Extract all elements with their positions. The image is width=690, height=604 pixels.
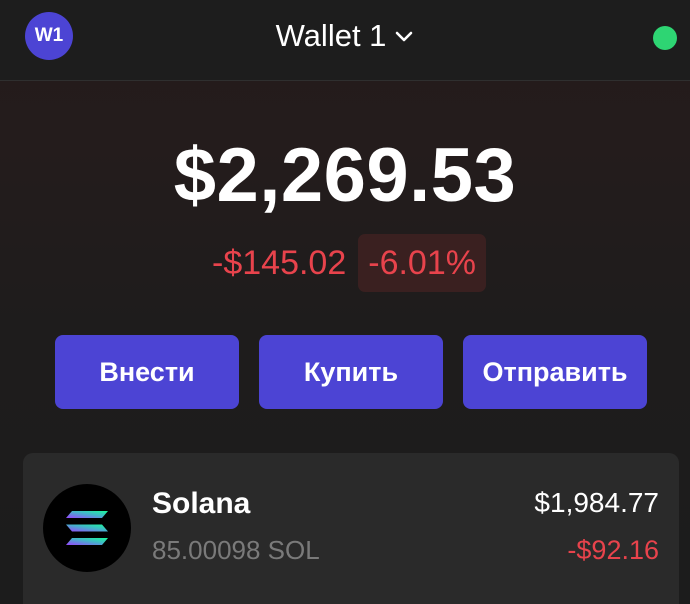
balance-change-row: -$145.02 -6.01% <box>0 234 690 292</box>
token-name: Solana <box>152 487 251 520</box>
action-buttons: Внести Купить Отправить <box>55 335 647 409</box>
deposit-button[interactable]: Внести <box>55 335 239 409</box>
token-change: -$92.16 <box>567 535 659 565</box>
wallet-app: W1 Wallet 1 $2,269.53 -$145.02 -6.01% Вн… <box>0 0 690 604</box>
wallet-selector[interactable]: Wallet 1 <box>260 14 430 58</box>
token-value: $1,984.77 <box>534 487 659 518</box>
token-amount: 85.00098 SOL <box>152 535 320 565</box>
top-bar: W1 Wallet 1 <box>0 0 690 81</box>
solana-logo-icon <box>43 484 131 572</box>
balance-change-amount: -$145.02 <box>212 243 347 282</box>
wallet-name: Wallet 1 <box>275 18 387 53</box>
chevron-down-icon <box>394 27 414 47</box>
avatar-initials: W1 <box>34 25 64 46</box>
total-balance: $2,269.53 <box>173 133 517 218</box>
wallet-avatar[interactable]: W1 <box>25 12 73 60</box>
send-button[interactable]: Отправить <box>463 335 647 409</box>
connection-status-dot <box>653 26 677 50</box>
token-row-solana[interactable]: Solana 85.00098 SOL $1,984.77 -$92.16 <box>23 453 679 604</box>
buy-button[interactable]: Купить <box>259 335 443 409</box>
balance-change-percent-badge: -6.01% <box>358 234 486 292</box>
